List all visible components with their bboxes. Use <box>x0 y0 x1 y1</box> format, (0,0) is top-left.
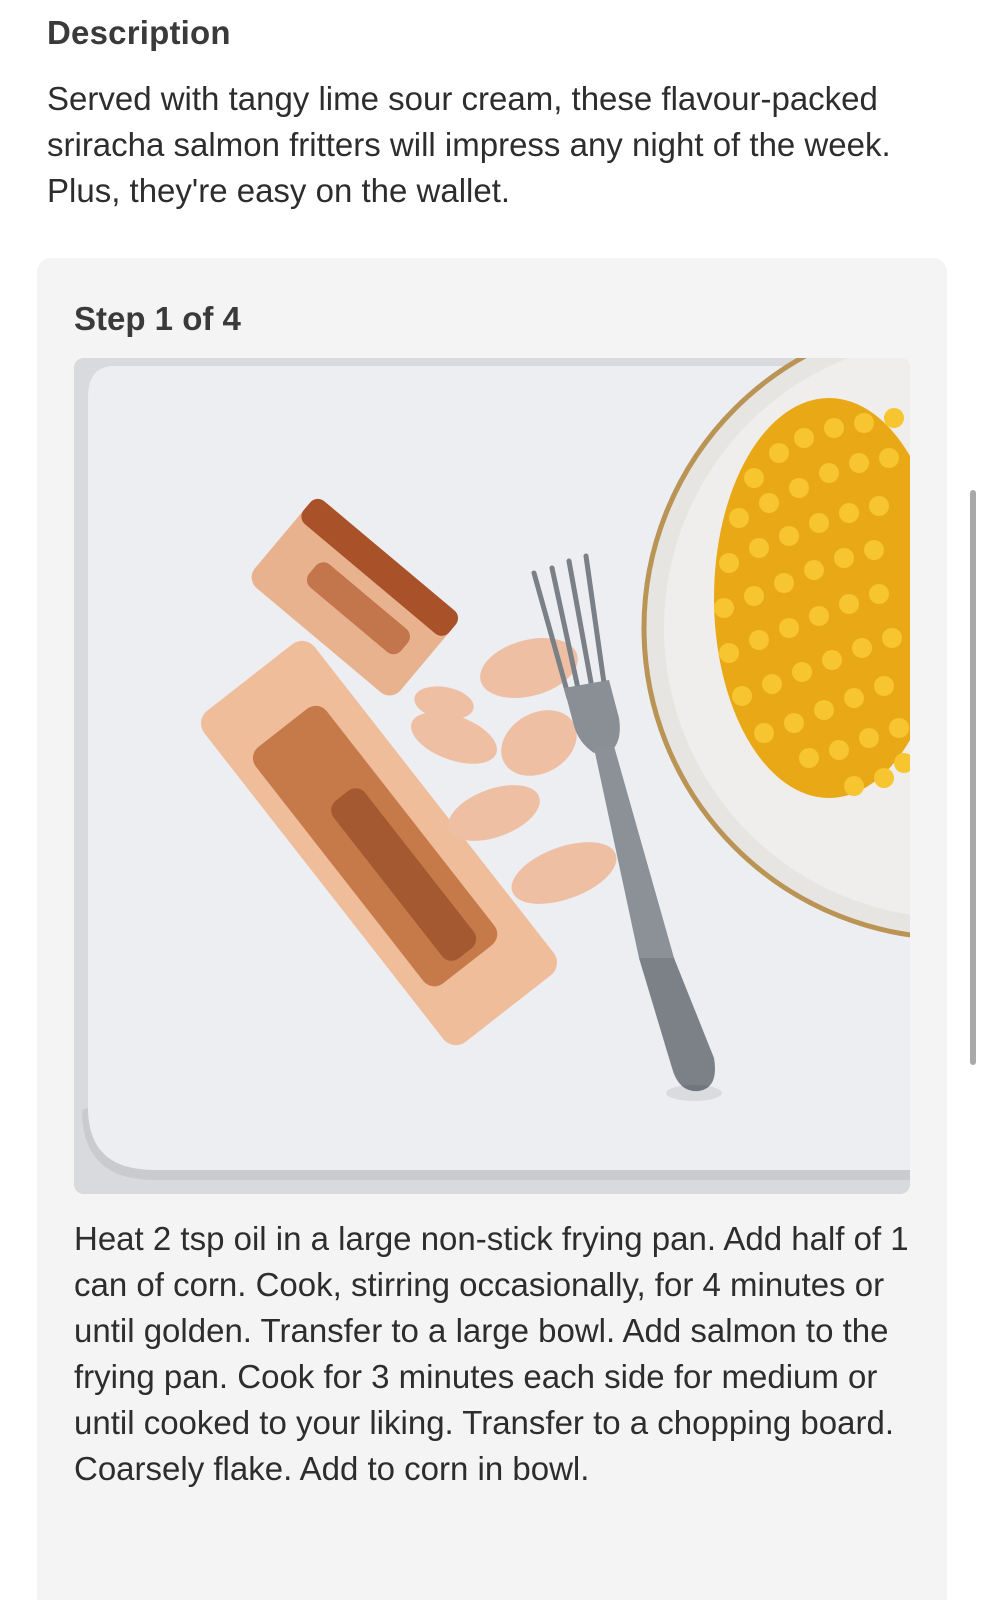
step-instructions: Heat 2 tsp oil in a large non-stick fryi… <box>74 1220 909 1487</box>
step-image <box>74 358 910 1194</box>
step-card: Step 1 of 4 Heat 2 tsp oil in a large no… <box>37 258 947 1600</box>
description-heading: Description <box>47 14 231 51</box>
step-counter: Step 1 of 4 <box>74 300 241 337</box>
recipe-page: Description Served with tangy lime sour … <box>0 0 1004 1600</box>
description-text: Served with tangy lime sour cream, these… <box>47 80 891 209</box>
vertical-scrollbar[interactable] <box>970 490 976 1065</box>
step-photo <box>74 358 910 1194</box>
